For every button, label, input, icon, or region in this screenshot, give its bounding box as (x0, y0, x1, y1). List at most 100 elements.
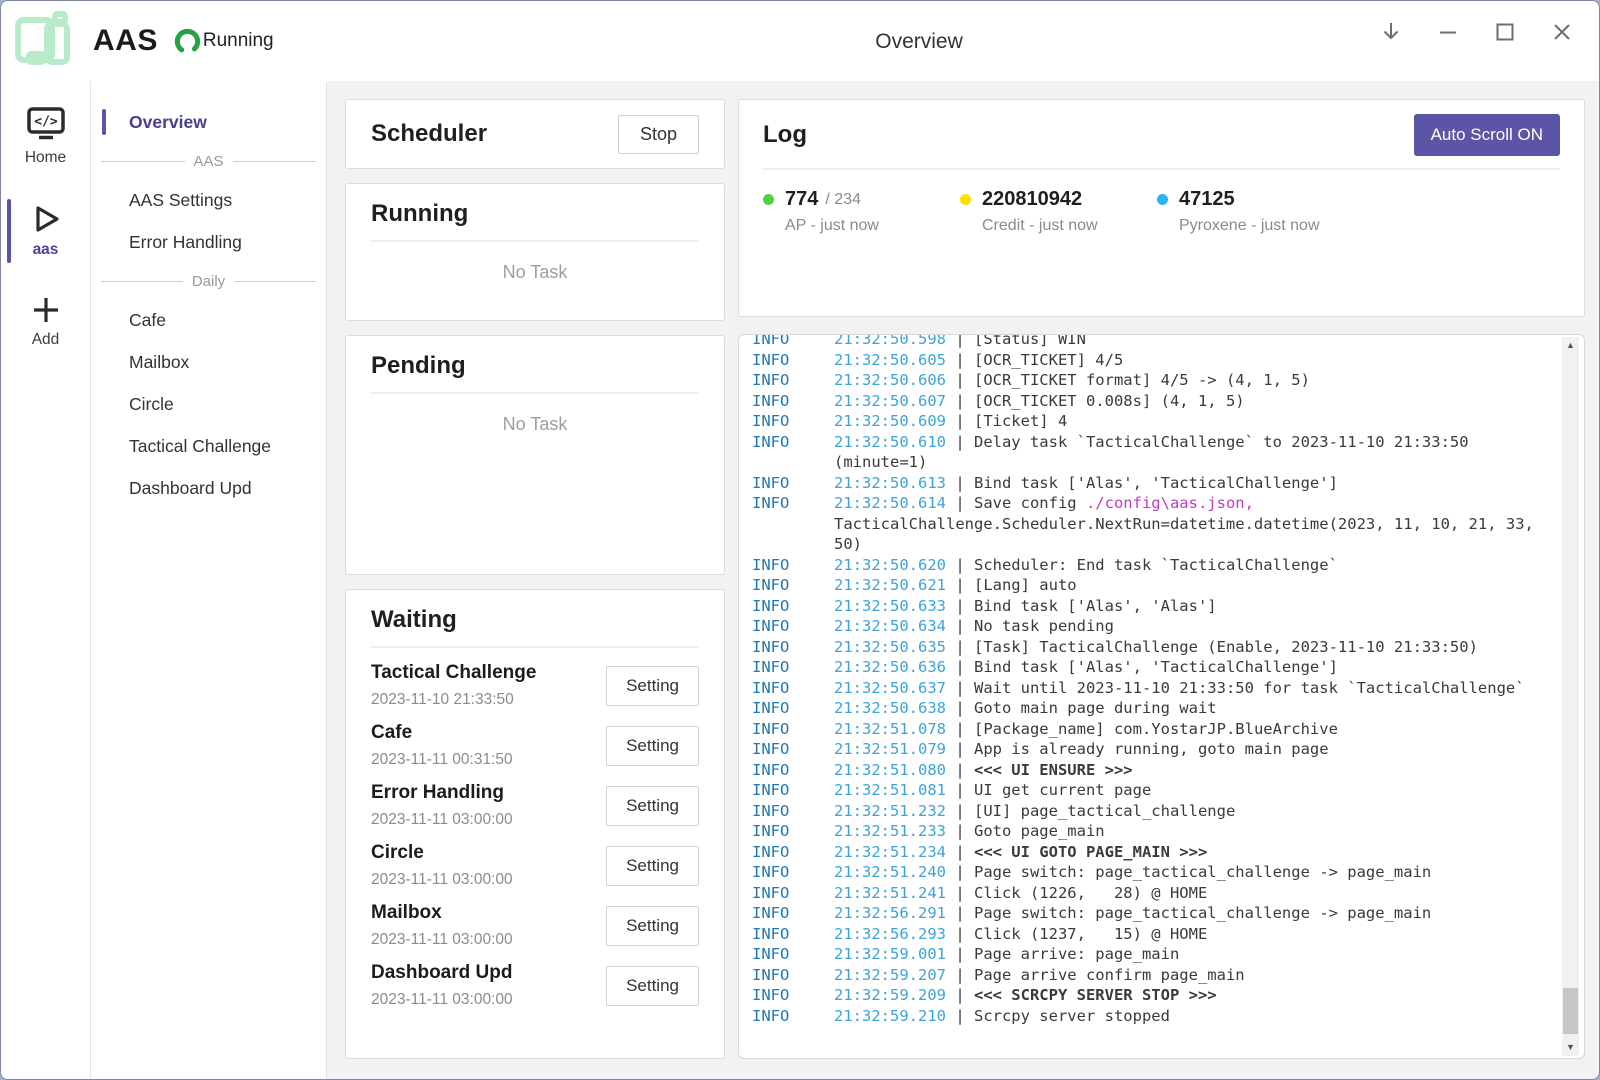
svg-text:</>: </> (34, 115, 58, 130)
log-message: [Package_name] com.YostarJP.BlueArchive (974, 720, 1338, 738)
stat-value: 774 (785, 188, 818, 211)
waiting-task-info: Tactical Challenge2023-11-10 21:33:50 (371, 662, 536, 709)
maximize-button[interactable] (1490, 17, 1520, 47)
log-message: Bind task ['Alas', 'TacticalChallenge'] (974, 474, 1338, 492)
minimize-button[interactable] (1433, 17, 1463, 47)
log-time: 21:32:50.633 (834, 597, 946, 615)
running-spinner-icon (174, 28, 201, 55)
log-separator: | (946, 638, 974, 656)
log-message: Goto main page during wait (974, 699, 1217, 717)
log-level: INFO (752, 1006, 789, 1027)
log-time: 21:32:50.606 (834, 371, 946, 389)
log-time: 21:32:50.607 (834, 392, 946, 410)
resource-stat: 220810942Credit - just now (960, 188, 1157, 235)
log-time: 21:32:56.291 (834, 904, 946, 922)
setting-button[interactable]: Setting (606, 846, 699, 886)
running-card: Running No Task (345, 183, 725, 321)
rail-item-home[interactable]: </> Home (1, 99, 90, 173)
nav-item-dashboard-upd[interactable]: Dashboard Upd (91, 467, 326, 509)
setting-button[interactable]: Setting (606, 966, 699, 1006)
log-separator: | (946, 334, 974, 348)
log-message: Scrcpy server stopped (974, 1007, 1170, 1025)
nav-item-mailbox[interactable]: Mailbox (91, 341, 326, 383)
window-controls (1376, 17, 1577, 47)
waiting-task-next-run: 2023-11-11 03:00:00 (371, 991, 513, 1009)
log-message: No task pending (974, 617, 1114, 635)
log-line: INFO21:32:50.620 | Scheduler: End task `… (752, 555, 1540, 576)
rail-item-aas[interactable]: aas (1, 197, 90, 265)
log-separator: | (946, 433, 974, 451)
scroll-up-arrow-icon[interactable]: ▲ (1562, 337, 1579, 354)
stat-value: 220810942 (982, 188, 1082, 211)
log-line: INFO21:32:59.210 | Scrcpy server stopped (752, 1006, 1540, 1027)
log-viewer[interactable]: INFO21:32:50.598 | [Status] WININFO21:32… (738, 334, 1585, 1059)
task-column: Scheduler Stop Running No Task Pending N… (345, 99, 725, 1059)
log-time: 21:32:50.598 (834, 334, 946, 348)
log-line: INFO21:32:51.233 | Goto page_main (752, 821, 1540, 842)
log-separator: | (946, 761, 974, 779)
nav-item-overview[interactable]: Overview (91, 101, 326, 143)
log-message: [Task] TacticalChallenge (Enable, 2023-1… (974, 638, 1478, 656)
main-content: Scheduler Stop Running No Task Pending N… (327, 81, 1599, 1079)
scroll-down-arrow-icon[interactable]: ▼ (1562, 1039, 1579, 1056)
waiting-task-name: Cafe (371, 722, 513, 744)
setting-button[interactable]: Setting (606, 666, 699, 706)
setting-button[interactable]: Setting (606, 726, 699, 766)
waiting-task-info: Error Handling2023-11-11 03:00:00 (371, 782, 513, 829)
log-level: INFO (752, 780, 789, 801)
log-separator: | (946, 966, 974, 984)
log-message: <<< UI GOTO PAGE_MAIN >>> (974, 843, 1207, 861)
scrollbar-thumb[interactable] (1563, 988, 1578, 1034)
nav-item-circle[interactable]: Circle (91, 383, 326, 425)
close-button[interactable] (1547, 17, 1577, 47)
log-time: 21:32:50.638 (834, 699, 946, 717)
app-name: AAS (93, 24, 158, 58)
log-separator: | (946, 556, 974, 574)
log-level: INFO (752, 493, 789, 514)
setting-button[interactable]: Setting (606, 786, 699, 826)
log-level: INFO (752, 760, 789, 781)
log-message: Wait until 2023-11-10 21:33:50 for task … (974, 679, 1525, 697)
scheduler-card: Scheduler Stop (345, 99, 725, 169)
rail-item-add[interactable]: Add (1, 289, 90, 355)
plus-icon (30, 295, 62, 325)
log-message: [OCR_TICKET format] 4/5 -> (4, 1, 5) (974, 371, 1310, 389)
play-icon (29, 203, 63, 235)
rail-label-add: Add (32, 331, 60, 349)
log-separator: | (946, 843, 974, 861)
log-line: INFO21:32:50.606 | [OCR_TICKET format] 4… (752, 370, 1540, 391)
waiting-task-name: Dashboard Upd (371, 962, 513, 984)
pending-title: Pending (371, 352, 699, 380)
nav-section-label: Daily (192, 273, 225, 290)
log-line: INFO21:32:50.636 | Bind task ['Alas', 'T… (752, 657, 1540, 678)
nav: OverviewAASAAS SettingsError HandlingDai… (91, 81, 327, 1079)
stat-top: 220810942 (960, 188, 1157, 211)
log-scrollbar[interactable]: ▲ ▼ (1562, 337, 1579, 1056)
log-line: INFO21:32:50.598 | [Status] WIN (752, 334, 1540, 350)
status-label: Running (203, 30, 274, 52)
download-button[interactable] (1376, 17, 1406, 47)
log-level: INFO (752, 473, 789, 494)
log-line: INFO21:32:59.001 | Page arrive: page_mai… (752, 944, 1540, 965)
stop-button[interactable]: Stop (618, 115, 699, 154)
nav-item-aas-settings[interactable]: AAS Settings (91, 179, 326, 221)
log-message: Goto page_main (974, 822, 1105, 840)
log-message: Bind task ['Alas', 'TacticalChallenge'] (974, 658, 1338, 676)
log-separator: | (946, 576, 974, 594)
log-line: INFO21:32:50.635 | [Task] TacticalChalle… (752, 637, 1540, 658)
waiting-task-next-run: 2023-11-11 03:00:00 (371, 811, 513, 829)
log-level: INFO (752, 924, 789, 945)
auto-scroll-button[interactable]: Auto Scroll ON (1414, 114, 1560, 156)
stat-top: 774/ 234 (763, 188, 960, 211)
log-separator: | (946, 945, 974, 963)
log-level: INFO (752, 334, 789, 350)
log-separator: | (946, 1007, 974, 1025)
log-separator: | (946, 781, 974, 799)
nav-item-error-handling[interactable]: Error Handling (91, 221, 326, 263)
nav-item-tactical-challenge[interactable]: Tactical Challenge (91, 425, 326, 467)
waiting-task-next-run: 2023-11-10 21:33:50 (371, 691, 536, 709)
resource-stat: 774/ 234AP - just now (763, 188, 960, 235)
nav-item-cafe[interactable]: Cafe (91, 299, 326, 341)
setting-button[interactable]: Setting (606, 906, 699, 946)
log-title: Log (763, 121, 807, 149)
